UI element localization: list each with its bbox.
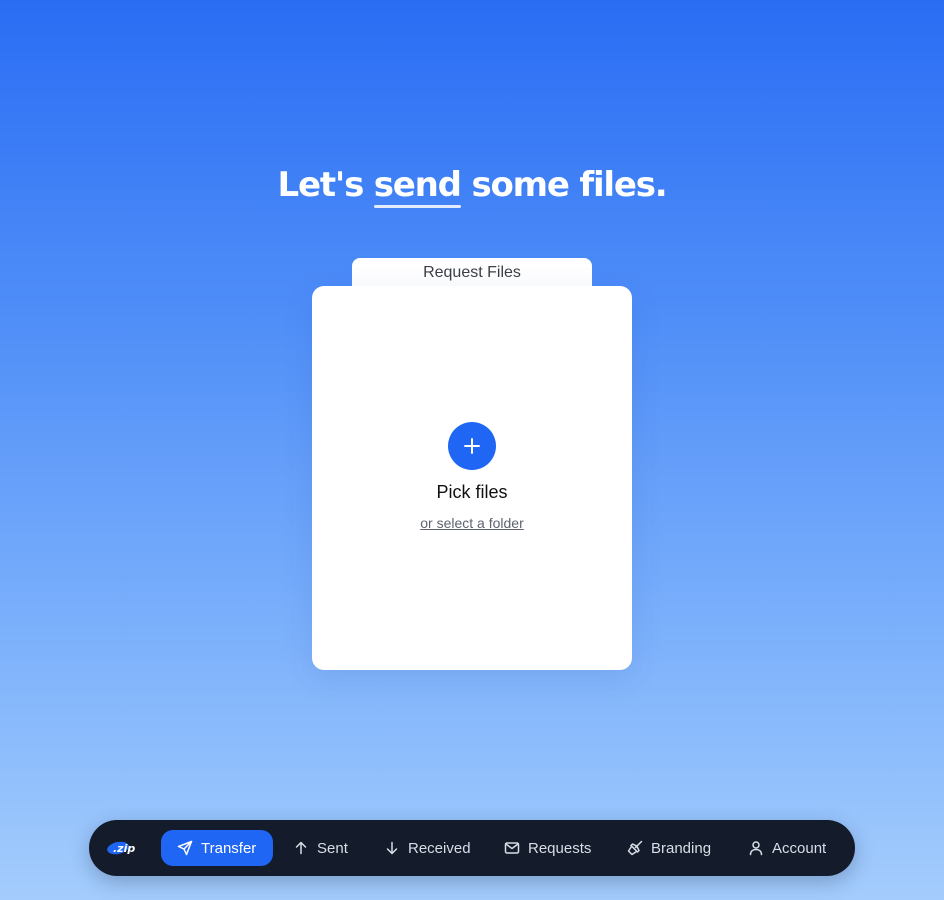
nav-account[interactable]: Account [748,830,838,866]
logo-text: .zip [113,842,135,855]
mail-icon [504,842,520,854]
headline-suffix: some files. [471,165,667,205]
nav-received-label: Received [408,839,471,857]
nav-sent-label: Sent [317,839,348,857]
user-icon [749,841,763,856]
nav-requests-label: Requests [528,839,592,857]
nav-branding[interactable]: Branding [627,830,727,866]
zip-logo[interactable]: .zip [106,838,138,858]
upload-card[interactable]: Pick files or select a folder [312,286,632,670]
headline-emphasis: send [373,165,462,208]
send-icon [177,840,193,856]
select-folder-link[interactable]: or select a folder [312,515,632,531]
nav-transfer-label: Transfer [201,839,257,857]
arrow-up-icon [295,841,307,855]
nav-account-label: Account [772,839,827,857]
add-files-button[interactable] [448,422,496,470]
page-headline: Let's send some files. [0,165,944,208]
pick-files-label[interactable]: Pick files [312,482,632,503]
nav-transfer[interactable]: Transfer [161,830,273,866]
nav-requests[interactable]: Requests [504,830,604,866]
bottom-nav: .zip Transfer Sent Received Requests Bra… [89,820,855,876]
arrow-down-icon [386,841,398,855]
nav-branding-label: Branding [651,839,712,857]
nav-sent[interactable]: Sent [293,830,363,866]
plus-icon [464,438,480,454]
headline-prefix: Let's [277,165,365,205]
nav-received[interactable]: Received [384,830,484,866]
brush-icon [627,840,643,856]
request-files-tab[interactable]: Request Files [352,258,592,288]
